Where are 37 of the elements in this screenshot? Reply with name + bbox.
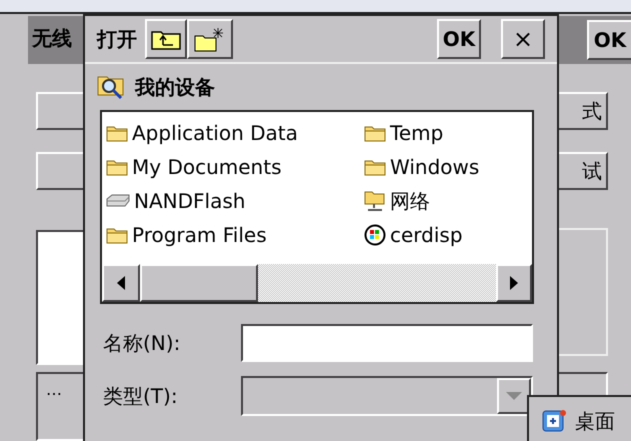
dialog-title: 打开 (97, 26, 137, 53)
dropdown-arrow-icon (506, 392, 522, 400)
file-item[interactable]: Application Data (106, 116, 364, 150)
file-item[interactable]: Windows (364, 150, 528, 184)
scroll-right-button[interactable] (496, 264, 532, 302)
display-app-icon (364, 224, 386, 246)
location-label: 我的设备 (135, 74, 215, 101)
folder-icon (106, 124, 128, 142)
scroll-left-button[interactable] (102, 264, 140, 302)
file-item[interactable]: My Documents (106, 150, 364, 184)
close-button[interactable]: × (501, 19, 545, 59)
file-item[interactable]: Temp (364, 116, 528, 150)
ok-button[interactable]: OK (437, 19, 481, 59)
desktop-icon (541, 408, 567, 434)
type-label: 类型(T): (103, 383, 179, 410)
name-field[interactable] (241, 324, 533, 362)
desktop-button[interactable]: 桌面 (527, 395, 631, 441)
file-item[interactable]: 网络 (364, 184, 528, 218)
file-item[interactable]: Program Files (106, 218, 364, 252)
horizontal-scrollbar[interactable] (102, 264, 532, 302)
folder-icon (106, 226, 128, 244)
name-label: 名称(N): (103, 330, 182, 357)
network-folder-icon (364, 190, 386, 212)
window-title: 无线 (32, 28, 72, 48)
new-folder-icon (194, 26, 226, 52)
file-item[interactable]: cerdisp (364, 218, 528, 252)
folder-icon (364, 124, 386, 142)
left-arrow-icon (117, 276, 125, 290)
folder-icon (106, 158, 128, 176)
right-arrow-icon (510, 276, 518, 290)
up-folder-button[interactable] (145, 19, 187, 59)
ok-button[interactable]: OK (587, 20, 631, 60)
new-folder-button[interactable] (187, 19, 233, 59)
folder-icon (364, 158, 386, 176)
drive-icon (106, 194, 130, 208)
scroll-thumb[interactable] (140, 264, 258, 302)
file-item[interactable]: NANDFlash (106, 184, 364, 218)
